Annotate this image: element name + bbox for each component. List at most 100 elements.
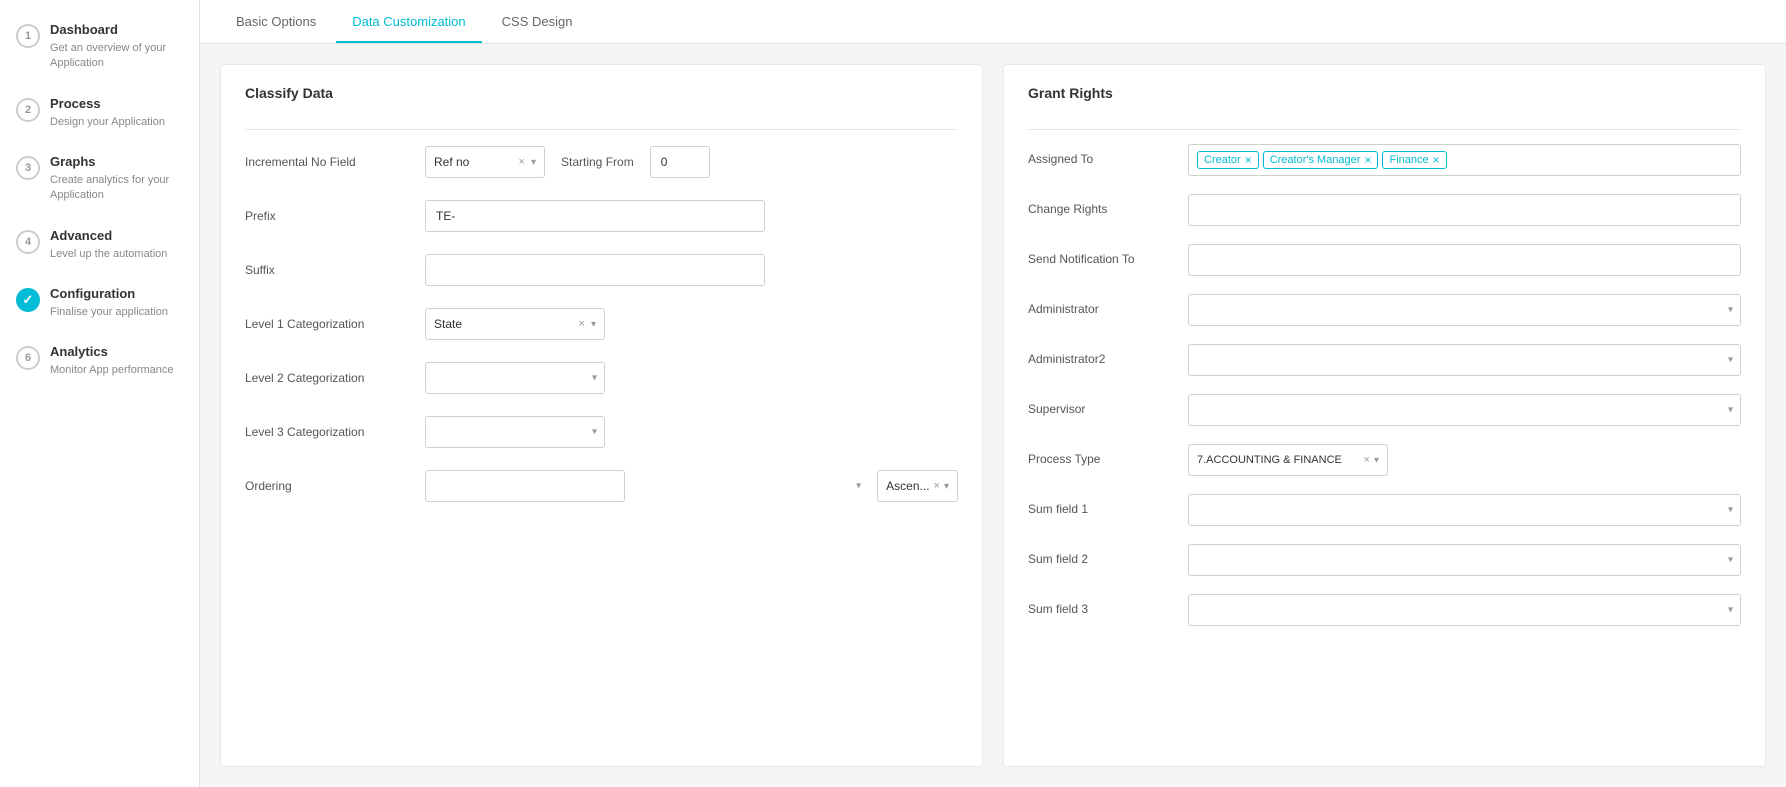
ordering-dir-clear-icon[interactable]: × [934,480,940,492]
sidebar-num-5: ✓ [16,288,40,312]
administrator2-select[interactable] [1188,344,1741,376]
sidebar-num-2: 2 [16,98,40,122]
suffix-input[interactable] [425,254,765,286]
sum-field2-select[interactable] [1188,544,1741,576]
incremental-clear-icon[interactable]: × [519,156,525,168]
sum-field1-row: Sum field 1 ▾ [1028,494,1741,530]
sidebar-num-4: 4 [16,230,40,254]
sidebar-num-1: 1 [16,24,40,48]
level2-row: Level 2 Categorization ▾ [245,360,958,396]
assigned-to-row: Assigned To Creator × Creator's Manager … [1028,144,1741,180]
sidebar-item-configuration[interactable]: ✓ Configuration Finalise your applicatio… [0,274,199,332]
sidebar-num-6: 6 [16,346,40,370]
sidebar-item-process[interactable]: 2 Process Design your Application [0,84,199,142]
sidebar-item-graphs[interactable]: 3 Graphs Create analytics for your Appli… [0,142,199,216]
content-area: Classify Data Incremental No Field Ref n… [200,44,1786,787]
sidebar-sub-advanced: Level up the automation [50,247,167,262]
level1-row: Level 1 Categorization State × ▾ [245,306,958,342]
send-notification-label: Send Notification To [1028,244,1188,266]
classify-data-title: Classify Data [245,85,958,109]
process-type-row: Process Type 7.ACCOUNTING & FINANCE × ▾ [1028,444,1741,480]
ordering-select[interactable] [425,470,625,502]
administrator2-label: Administrator2 [1028,344,1188,366]
sidebar-sub-configuration: Finalise your application [50,305,168,320]
administrator2-row: Administrator2 ▾ [1028,344,1741,380]
process-type-text: 7.ACCOUNTING & FINANCE [1197,454,1360,466]
tab-css-design[interactable]: CSS Design [486,0,589,43]
assigned-to-tag-select[interactable]: Creator × Creator's Manager × Finance × [1188,144,1741,176]
level1-clear-icon[interactable]: × [579,318,585,330]
send-notification-row: Send Notification To [1028,244,1741,280]
sidebar-item-dashboard[interactable]: 1 Dashboard Get an overview of your Appl… [0,10,199,84]
sidebar-title-analytics: Analytics [50,344,174,361]
incremental-label: Incremental No Field [245,155,425,169]
level2-select[interactable] [425,362,605,394]
sidebar-sub-graphs: Create analytics for your Application [50,173,183,204]
level2-label: Level 2 Categorization [245,371,425,385]
sidebar-title-configuration: Configuration [50,286,168,303]
tab-basic-options[interactable]: Basic Options [220,0,332,43]
assigned-to-label: Assigned To [1028,144,1188,166]
ordering-dir-text: Ascen... [886,479,929,493]
prefix-input[interactable] [425,200,765,232]
tabs-bar: Basic Options Data Customization CSS Des… [200,0,1786,44]
grant-rights-title: Grant Rights [1028,85,1741,109]
level3-select[interactable] [425,416,605,448]
process-type-clear-icon[interactable]: × [1364,454,1370,466]
level1-arrow-icon: ▾ [591,319,596,330]
main-content: Basic Options Data Customization CSS Des… [200,0,1786,787]
sum-field3-label: Sum field 3 [1028,594,1188,616]
change-rights-label: Change Rights [1028,194,1188,216]
sum-field3-select[interactable] [1188,594,1741,626]
grant-rights-panel: Grant Rights Assigned To Creator × Creat… [1003,64,1766,767]
supervisor-row: Supervisor ▾ [1028,394,1741,430]
administrator-row: Administrator ▾ [1028,294,1741,330]
sidebar-num-3: 3 [16,156,40,180]
sidebar-sub-analytics: Monitor App performance [50,363,174,378]
sidebar-title-advanced: Advanced [50,228,167,245]
chip-finance-text: Finance [1389,154,1428,166]
ordering-arrow-icon: ▾ [856,481,861,492]
suffix-row: Suffix [245,252,958,288]
classify-data-panel: Classify Data Incremental No Field Ref n… [220,64,983,767]
level3-label: Level 3 Categorization [245,425,425,439]
process-type-arrow-icon: ▾ [1374,455,1379,466]
supervisor-select[interactable] [1188,394,1741,426]
sidebar-sub-dashboard: Get an overview of your Application [50,41,183,72]
chip-creator-remove[interactable]: × [1245,154,1252,166]
change-rights-row: Change Rights [1028,194,1741,230]
chip-creators-manager-remove[interactable]: × [1364,154,1371,166]
level1-select-text: State [434,317,573,331]
ordering-dir-arrow-icon: ▾ [944,481,949,492]
prefix-row: Prefix [245,198,958,234]
level1-label: Level 1 Categorization [245,317,425,331]
chip-finance-remove[interactable]: × [1433,154,1440,166]
ordering-dir-select[interactable]: Ascen... × ▾ [877,470,958,502]
ordering-label: Ordering [245,479,425,493]
suffix-label: Suffix [245,263,425,277]
level1-select[interactable]: State × ▾ [425,308,605,340]
send-notification-input[interactable] [1188,244,1741,276]
level3-row: Level 3 Categorization ▾ [245,414,958,450]
supervisor-label: Supervisor [1028,394,1188,416]
sum-field1-select[interactable] [1188,494,1741,526]
incremental-select-text: Ref no [434,155,513,169]
sidebar-item-analytics[interactable]: 6 Analytics Monitor App performance [0,332,199,390]
sidebar-title-graphs: Graphs [50,154,183,171]
process-type-select[interactable]: 7.ACCOUNTING & FINANCE × ▾ [1188,444,1388,476]
process-type-label: Process Type [1028,444,1188,466]
sidebar-item-advanced[interactable]: 4 Advanced Level up the automation [0,216,199,274]
chip-creator: Creator × [1197,151,1259,169]
sidebar-title-dashboard: Dashboard [50,22,183,39]
ordering-row: Ordering ▾ Ascen... × ▾ [245,468,958,504]
sum-field1-label: Sum field 1 [1028,494,1188,516]
starting-from-input[interactable] [650,146,710,178]
sum-field3-row: Sum field 3 ▾ [1028,594,1741,630]
chip-creators-manager: Creator's Manager × [1263,151,1379,169]
starting-from-label: Starting From [555,155,640,169]
tab-data-customization[interactable]: Data Customization [336,0,481,43]
administrator-label: Administrator [1028,294,1188,316]
administrator-select[interactable] [1188,294,1741,326]
incremental-select[interactable]: Ref no × ▾ [425,146,545,178]
change-rights-input[interactable] [1188,194,1741,226]
